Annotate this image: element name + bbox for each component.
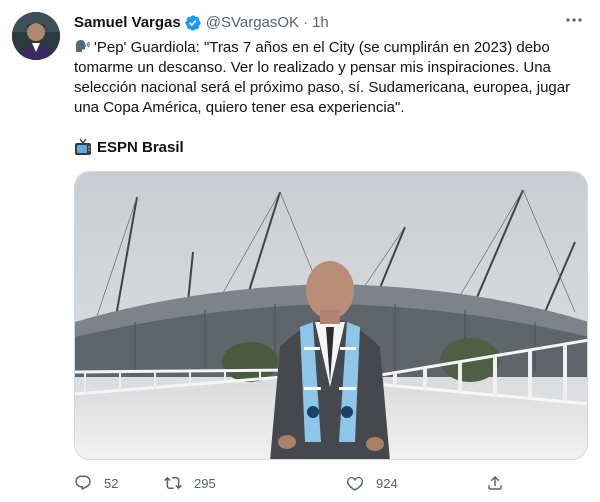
source-name: ESPN Brasil (97, 138, 184, 156)
verified-badge-icon (185, 15, 201, 31)
avatar-photo (12, 12, 60, 60)
retweet-count: 295 (194, 475, 216, 491)
tweet-timestamp[interactable]: 1h (312, 13, 329, 33)
share-button[interactable] (486, 474, 504, 492)
more-options-icon[interactable] (562, 10, 586, 30)
tweet-card[interactable]: Samuel Vargas @SVargasOK · 1h 'Pep' Guar… (0, 0, 600, 502)
separator-dot: · (303, 14, 309, 31)
reply-icon (75, 475, 91, 491)
share-icon (488, 475, 502, 490)
stadium-photo (75, 172, 587, 459)
author-handle[interactable]: @SVargasOK (206, 13, 299, 33)
retweet-button[interactable]: 295 (164, 474, 216, 492)
tweet-actions-bar: 52 295 924 (74, 471, 514, 495)
like-count: 924 (376, 475, 398, 491)
source-line: ESPN Brasil (74, 136, 586, 158)
tweet-media-image[interactable] (74, 171, 588, 460)
tweet-header: Samuel Vargas @SVargasOK · 1h (74, 12, 586, 34)
author-name[interactable]: Samuel Vargas (74, 13, 181, 33)
tweet-body: Samuel Vargas @SVargasOK · 1h 'Pep' Guar… (74, 12, 586, 158)
retweet-icon (164, 476, 182, 490)
speaking-head-emoji-icon (75, 39, 90, 52)
reply-button[interactable]: 52 (74, 474, 118, 492)
avatar[interactable] (12, 12, 60, 60)
tweet-text: 'Pep' Guardiola: "Tras 7 años en el City… (74, 38, 579, 118)
like-button[interactable]: 924 (346, 474, 398, 492)
reply-count: 52 (104, 475, 119, 491)
heart-icon (346, 476, 364, 491)
television-emoji-icon (75, 138, 91, 155)
tweet-text-content: 'Pep' Guardiola: "Tras 7 años en el City… (74, 39, 575, 116)
